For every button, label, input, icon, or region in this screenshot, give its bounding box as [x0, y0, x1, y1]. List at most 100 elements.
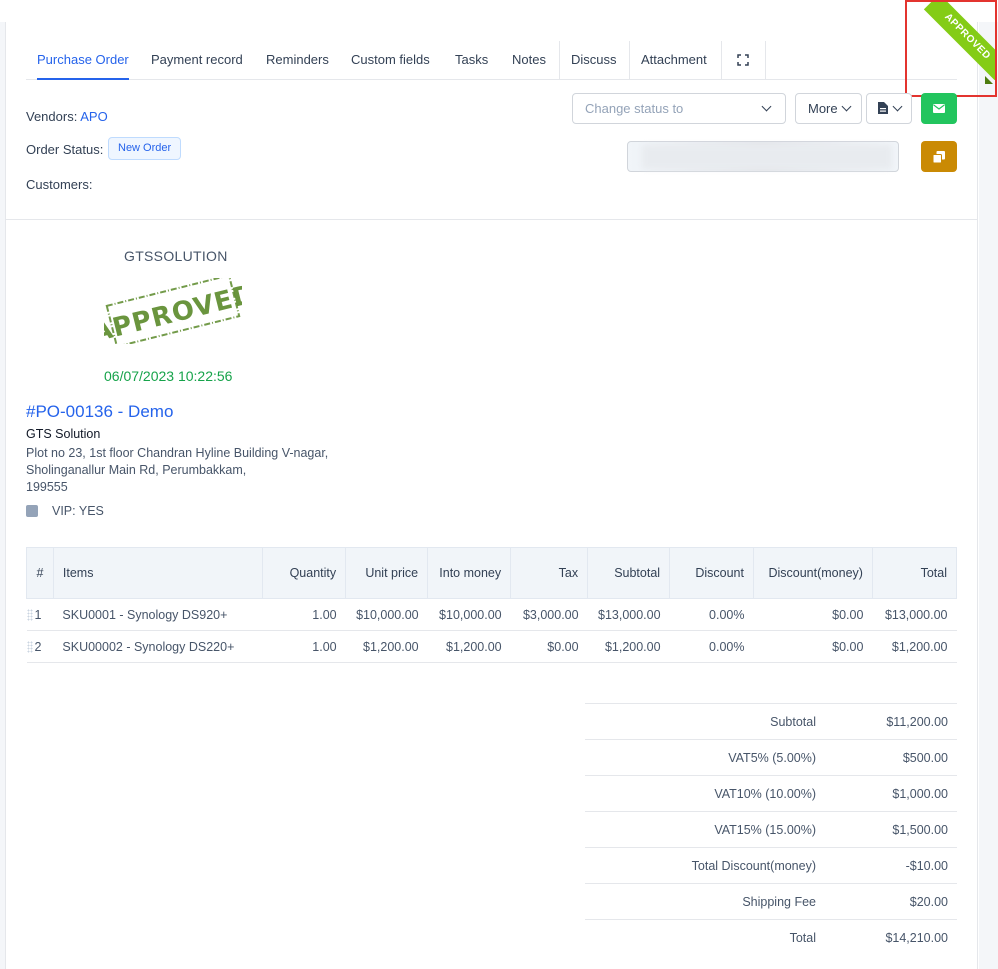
totals-row: VAT10% (10.00%) $1,000.00	[585, 776, 957, 812]
column-header: Unit price	[345, 547, 429, 599]
address-company: GTS Solution	[26, 427, 101, 441]
change-status-select[interactable]: Change status to	[572, 93, 786, 124]
unit-price: $1,200.00	[345, 630, 428, 663]
totals-row: Shipping Fee $20.00	[585, 884, 957, 920]
discount: 0.00%	[669, 630, 754, 663]
drag-handle-icon[interactable]	[26, 608, 33, 621]
expand-button[interactable]	[733, 41, 753, 80]
column-header: Items	[52, 547, 264, 599]
subtotal: $1,200.00	[587, 630, 670, 663]
column-header: Tax	[510, 547, 589, 599]
tab-purchase-order[interactable]: Purchase Order	[37, 41, 129, 80]
tab-divider	[765, 41, 766, 80]
discount-money: $0.00	[753, 598, 873, 631]
totals-label: Total Discount(money)	[691, 859, 816, 873]
send-email-button[interactable]	[921, 93, 957, 124]
totals-label: VAT5% (5.00%)	[728, 751, 816, 765]
totals-label: Shipping Fee	[742, 895, 816, 909]
tab-reminders[interactable]: Reminders	[266, 41, 329, 80]
column-header: Subtotal	[587, 547, 671, 599]
chevron-down-icon	[761, 101, 772, 112]
table-row: 1 SKU0001 - Synology DS920+ 1.00 $10,000…	[26, 598, 957, 631]
totals-value: $1,500.00	[892, 823, 948, 837]
column-header: #	[26, 547, 54, 599]
tab-payment-record[interactable]: Payment record	[151, 41, 243, 80]
totals-value: $11,200.00	[886, 715, 948, 729]
vip-row: VIP: YES	[26, 504, 104, 518]
tax: $3,000.00	[510, 598, 588, 631]
totals-value: -$10.00	[905, 859, 948, 873]
vendors-label: Vendors:	[26, 109, 78, 124]
column-header: Discount	[669, 547, 754, 599]
totals-row: Total $14,210.00	[585, 920, 957, 956]
blurred-field	[627, 141, 899, 172]
item-name: SKU0001 - Synology DS920+	[53, 598, 263, 631]
row-number-cell: 2	[26, 630, 54, 663]
vendor-link[interactable]: APO	[80, 109, 107, 124]
tab-notes[interactable]: Notes	[512, 41, 546, 80]
grand-total-label: Total	[789, 931, 816, 945]
section-divider	[6, 219, 978, 220]
totals-row: VAT15% (15.00%) $1,500.00	[585, 812, 957, 848]
subtotal: $13,000.00	[587, 598, 670, 631]
drag-handle-icon[interactable]	[26, 640, 33, 653]
totals-value: $1,000.00	[892, 787, 948, 801]
chevron-down-icon	[841, 101, 852, 112]
grand-total-value: $14,210.00	[885, 931, 948, 945]
totals-value: $500.00	[902, 751, 948, 765]
tab-attachment[interactable]: Attachment	[641, 41, 707, 80]
vendors-row: Vendors: APO	[26, 109, 108, 124]
table-header-row: # Items Quantity Unit price Into money T…	[26, 547, 958, 599]
more-button[interactable]: More	[795, 93, 862, 124]
pdf-dropdown-button[interactable]	[866, 93, 912, 124]
unit-price: $10,000.00	[345, 598, 428, 631]
total: $1,200.00	[872, 630, 957, 663]
order-status-label: Order Status:	[26, 142, 104, 157]
envelope-icon	[933, 104, 945, 113]
totals-label: VAT15% (15.00%)	[714, 823, 816, 837]
into-money: $1,200.00	[427, 630, 511, 663]
row-number: 2	[34, 639, 42, 654]
po-title: #PO-00136 - Demo	[26, 402, 174, 421]
tax: $0.00	[510, 630, 588, 663]
totals-summary: Subtotal $11,200.00 VAT5% (5.00%) $500.0…	[585, 703, 957, 956]
discount-money: $0.00	[753, 630, 873, 663]
tab-custom-fields[interactable]: Custom fields	[351, 41, 430, 80]
ribbon-fold	[985, 76, 993, 84]
table-row: 2 SKU00002 - Synology DS220+ 1.00 $1,200…	[26, 630, 957, 663]
change-status-placeholder: Change status to	[585, 101, 684, 116]
tab-tasks[interactable]: Tasks	[455, 41, 488, 80]
edit-icon[interactable]	[26, 505, 38, 517]
totals-label: Subtotal	[770, 715, 816, 729]
discount: 0.00%	[669, 598, 754, 631]
tab-divider	[629, 41, 630, 80]
copy-icon	[933, 151, 945, 163]
approved-ribbon-highlight: APPROVED	[905, 0, 997, 97]
approved-ribbon: APPROVED	[923, 2, 995, 81]
address-line: Plot no 23, 1st floor Chandran Hyline Bu…	[26, 446, 329, 460]
tab-divider	[559, 41, 560, 80]
totals-row: Total Discount(money) -$10.00	[585, 848, 957, 884]
items-table: # Items Quantity Unit price Into money T…	[26, 547, 958, 663]
totals-row: VAT5% (5.00%) $500.00	[585, 740, 957, 776]
tab-discuss[interactable]: Discuss	[571, 41, 617, 80]
status-badge: New Order	[108, 137, 182, 160]
address-line: Sholinganallur Main Rd, Perumbakkam,	[26, 463, 247, 477]
vip-text: VIP: YES	[52, 504, 104, 518]
page-gutter-right	[979, 22, 998, 969]
total: $13,000.00	[872, 598, 957, 631]
quantity: 1.00	[262, 630, 346, 663]
totals-row: Subtotal $11,200.00	[585, 704, 957, 740]
quantity: 1.00	[262, 598, 346, 631]
tab-divider	[721, 41, 722, 80]
column-header: Quantity	[262, 547, 347, 599]
column-header: Discount(money)	[752, 547, 873, 599]
column-header: Total	[871, 547, 958, 599]
approved-stamp: APPROVED	[104, 278, 242, 344]
more-label: More	[808, 101, 838, 116]
chevron-down-icon	[892, 101, 903, 112]
copy-button[interactable]	[921, 141, 957, 172]
row-number-cell: 1	[26, 598, 54, 631]
stamp-datetime: 06/07/2023 10:22:56	[104, 368, 233, 384]
company-name: GTSSOLUTION	[124, 248, 228, 264]
